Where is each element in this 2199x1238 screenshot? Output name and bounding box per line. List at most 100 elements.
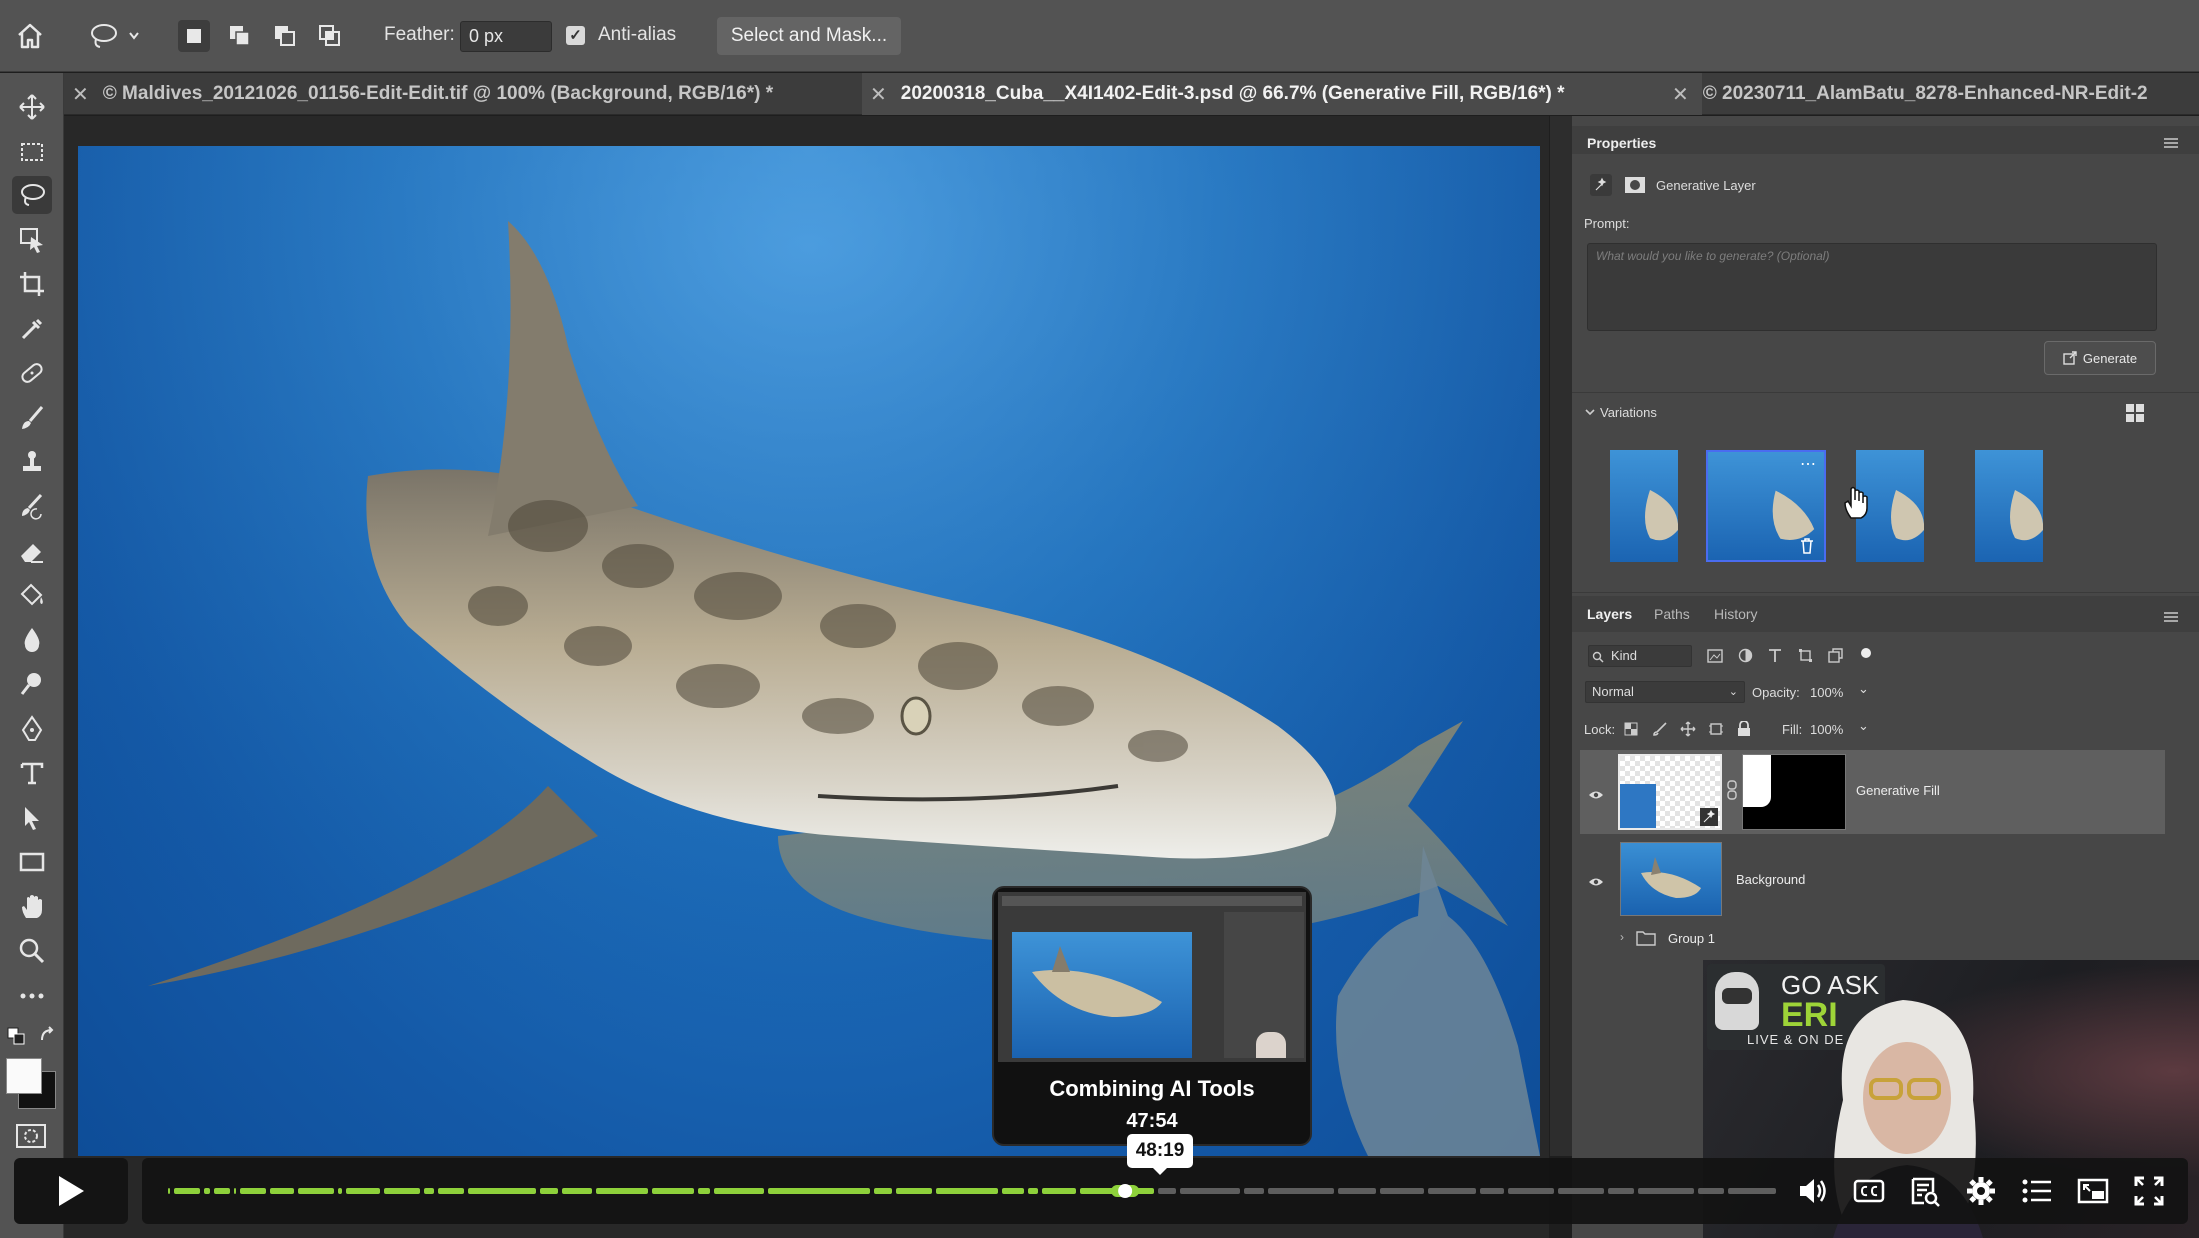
- adjustment-filter-icon[interactable]: [1738, 648, 1753, 663]
- shark-photo[interactable]: [78, 146, 1540, 1156]
- tab-cuba[interactable]: ✕ 20200318_Cuba__X4I1402-Edit-3.psd @ 66…: [862, 73, 1702, 115]
- add-to-selection-icon[interactable]: [224, 20, 256, 52]
- generate-button[interactable]: Generate: [2044, 341, 2156, 375]
- layer-group-1[interactable]: › Group 1: [1580, 922, 2165, 954]
- blend-mode-select[interactable]: Normal ⌄: [1585, 681, 1745, 703]
- prompt-input[interactable]: What would you like to generate? (Option…: [1587, 243, 2157, 331]
- trash-icon[interactable]: [1800, 538, 1814, 554]
- path-selection-tool-icon[interactable]: [12, 799, 52, 837]
- progress-segment[interactable]: [540, 1188, 558, 1194]
- object-selection-tool-icon[interactable]: [12, 221, 52, 259]
- progress-segment[interactable]: [1158, 1188, 1176, 1194]
- progress-bar[interactable]: [166, 1184, 1778, 1198]
- eyedropper-tool-icon[interactable]: [12, 310, 52, 348]
- progress-segment[interactable]: [1428, 1188, 1476, 1194]
- move-tool-icon[interactable]: [12, 88, 52, 126]
- progress-segment[interactable]: [424, 1188, 434, 1194]
- lock-position-icon[interactable]: [1680, 721, 1696, 737]
- zoom-tool-icon[interactable]: [12, 932, 52, 970]
- progress-segment[interactable]: [1380, 1188, 1424, 1194]
- fullscreen-icon[interactable]: [2130, 1172, 2168, 1210]
- progress-segment[interactable]: [240, 1188, 266, 1194]
- fill-value[interactable]: 100%: [1810, 722, 1843, 737]
- subtract-from-selection-icon[interactable]: [269, 20, 301, 52]
- opacity-value[interactable]: 100%: [1810, 685, 1843, 700]
- pixel-filter-icon[interactable]: [1707, 649, 1723, 663]
- progress-segment[interactable]: [174, 1188, 200, 1194]
- chevron-down-icon[interactable]: [1584, 405, 1596, 417]
- progress-segment[interactable]: [596, 1188, 648, 1194]
- healing-brush-tool-icon[interactable]: [12, 354, 52, 392]
- progress-segment[interactable]: [204, 1188, 210, 1194]
- panel-menu-icon[interactable]: [2163, 136, 2179, 148]
- tab-layers[interactable]: Layers: [1587, 606, 1632, 622]
- default-colors-icon[interactable]: [6, 1026, 26, 1046]
- progress-segment[interactable]: [1508, 1188, 1554, 1194]
- chevron-down-icon[interactable]: ⌄: [1858, 681, 1869, 697]
- progress-segment[interactable]: [936, 1188, 998, 1194]
- settings-gear-icon[interactable]: [1962, 1172, 2000, 1210]
- transcript-icon[interactable]: [1906, 1172, 1944, 1210]
- progress-segment[interactable]: [168, 1188, 170, 1194]
- eraser-tool-icon[interactable]: [12, 532, 52, 570]
- home-icon[interactable]: [14, 20, 46, 52]
- more-tools-icon[interactable]: [12, 977, 52, 1015]
- link-icon[interactable]: [1726, 780, 1738, 800]
- progress-segment[interactable]: [652, 1188, 694, 1194]
- blur-tool-icon[interactable]: [12, 621, 52, 659]
- progress-segment[interactable]: [1002, 1188, 1024, 1194]
- progress-segment[interactable]: [384, 1188, 420, 1194]
- more-options-icon[interactable]: ⋯: [1800, 454, 1816, 474]
- visibility-eye-icon[interactable]: [1588, 874, 1604, 886]
- progress-segment[interactable]: [1728, 1188, 1776, 1194]
- progress-segment[interactable]: [874, 1188, 892, 1194]
- feather-input[interactable]: [460, 21, 552, 52]
- progress-segment[interactable]: [562, 1188, 592, 1194]
- new-selection-icon[interactable]: [178, 20, 210, 52]
- progress-segment[interactable]: [298, 1188, 334, 1194]
- canvas-vertical-scrollbar[interactable]: [1550, 116, 1572, 1156]
- layer-mask-thumbnail[interactable]: [1742, 754, 1846, 830]
- marquee-tool-icon[interactable]: [12, 133, 52, 171]
- close-tab-icon[interactable]: ✕: [72, 82, 89, 107]
- paint-bucket-tool-icon[interactable]: [12, 576, 52, 614]
- history-brush-tool-icon[interactable]: [12, 487, 52, 525]
- progress-segment[interactable]: [698, 1188, 710, 1194]
- lock-artboard-icon[interactable]: [1708, 721, 1724, 737]
- brush-tool-icon[interactable]: [12, 399, 52, 437]
- filter-toggle-icon[interactable]: [1861, 648, 1871, 658]
- progress-segment[interactable]: [438, 1188, 464, 1194]
- swap-colors-icon[interactable]: [38, 1026, 58, 1046]
- progress-scrubber[interactable]: [1118, 1184, 1133, 1198]
- tab-alambatu[interactable]: ✕ © 20230711_AlamBatu_8278-Enhanced-NR-E…: [1664, 73, 2199, 115]
- visibility-eye-icon[interactable]: [1588, 787, 1604, 799]
- progress-segment[interactable]: [346, 1188, 380, 1194]
- progress-segment[interactable]: [1180, 1188, 1240, 1194]
- progress-segment[interactable]: [1244, 1188, 1264, 1194]
- variation-thumbnail-4[interactable]: [1975, 450, 2043, 562]
- hand-tool-icon[interactable]: [12, 888, 52, 926]
- shape-filter-icon[interactable]: [1798, 648, 1813, 663]
- intersect-selection-icon[interactable]: [314, 20, 346, 52]
- pen-tool-icon[interactable]: [12, 710, 52, 748]
- lock-transparent-icon[interactable]: [1624, 722, 1638, 736]
- progress-segment[interactable]: [214, 1188, 230, 1194]
- variation-thumbnail-2[interactable]: ⋯: [1706, 450, 1826, 562]
- chevron-right-icon[interactable]: ›: [1620, 930, 1624, 944]
- close-tab-icon[interactable]: ✕: [1672, 82, 1689, 107]
- chapters-list-icon[interactable]: [2018, 1172, 2056, 1210]
- type-tool-icon[interactable]: [12, 754, 52, 792]
- closed-captions-icon[interactable]: [1850, 1172, 1888, 1210]
- crop-tool-icon[interactable]: [12, 265, 52, 303]
- progress-segment[interactable]: [1558, 1188, 1604, 1194]
- chevron-down-icon[interactable]: ⌄: [1858, 718, 1869, 734]
- clone-stamp-tool-icon[interactable]: [12, 443, 52, 481]
- variation-thumbnail-1[interactable]: [1610, 450, 1678, 562]
- progress-segment[interactable]: [1480, 1188, 1504, 1194]
- rectangle-tool-icon[interactable]: [12, 843, 52, 881]
- type-filter-icon[interactable]: [1768, 648, 1782, 663]
- progress-segment[interactable]: [1028, 1188, 1038, 1194]
- dodge-tool-icon[interactable]: [12, 665, 52, 703]
- progress-segment[interactable]: [1268, 1188, 1334, 1194]
- layers-panel-menu-icon[interactable]: [2163, 610, 2179, 622]
